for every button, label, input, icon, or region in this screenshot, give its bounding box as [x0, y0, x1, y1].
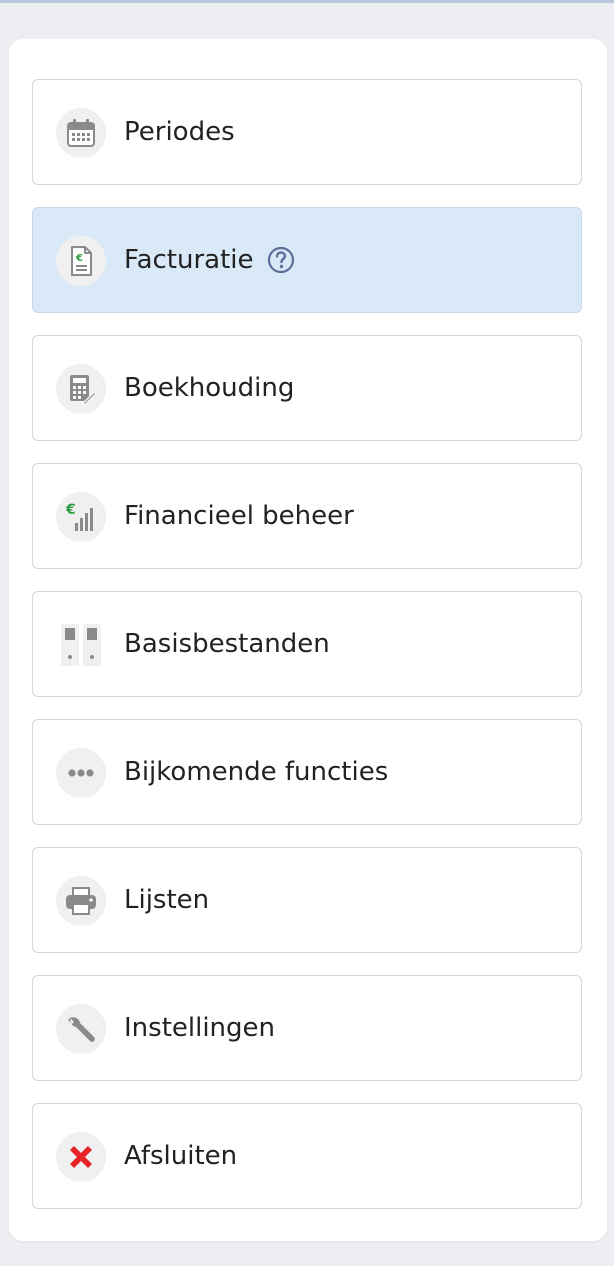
help-circle-icon[interactable] [266, 245, 296, 275]
menu-item-instellingen[interactable]: Instellingen [32, 975, 582, 1081]
menu-item-label: Boekhouding [124, 373, 295, 403]
calendar-icon [56, 108, 106, 158]
invoice-euro-icon: € [56, 236, 106, 286]
menu-item-label: Bijkomende functies [124, 757, 389, 787]
menu-item-boekhouding[interactable]: Boekhouding [32, 335, 582, 441]
euro-bars-icon: € [56, 492, 106, 542]
more-dots-icon [56, 748, 106, 798]
close-x-icon [56, 1132, 106, 1182]
menu-item-financieel-beheer[interactable]: € Financieel beheer [32, 463, 582, 569]
menu-item-lijsten[interactable]: Lijsten [32, 847, 582, 953]
menu-item-label: Financieel beheer [124, 501, 354, 531]
menu-item-label: Afsluiten [124, 1141, 238, 1171]
menu-item-label-wrap: Facturatie [124, 208, 296, 312]
wrench-icon [56, 1004, 106, 1054]
menu-item-basisbestanden[interactable]: Basisbestanden [32, 591, 582, 697]
printer-icon [56, 876, 106, 926]
menu-item-periodes[interactable]: Periodes [32, 79, 582, 185]
menu-item-facturatie[interactable]: € Facturatie [32, 207, 582, 313]
menu-item-afsluiten[interactable]: Afsluiten [32, 1103, 582, 1209]
menu-item-label: Periodes [124, 117, 235, 147]
binders-icon [56, 620, 106, 670]
top-rule [0, 0, 614, 3]
menu-item-bijkomende-functies[interactable]: Bijkomende functies [32, 719, 582, 825]
menu-item-label: Instellingen [124, 1013, 276, 1043]
menu-item-label: Lijsten [124, 885, 210, 915]
menu-item-label: Facturatie [124, 245, 254, 275]
menu-item-label: Basisbestanden [124, 629, 330, 659]
menu-panel: Periodes € Facturatie Boekhouding € Fina… [9, 39, 607, 1241]
svg-text:€: € [65, 502, 76, 518]
calculator-icon [56, 364, 106, 414]
svg-text:€: € [75, 253, 83, 264]
